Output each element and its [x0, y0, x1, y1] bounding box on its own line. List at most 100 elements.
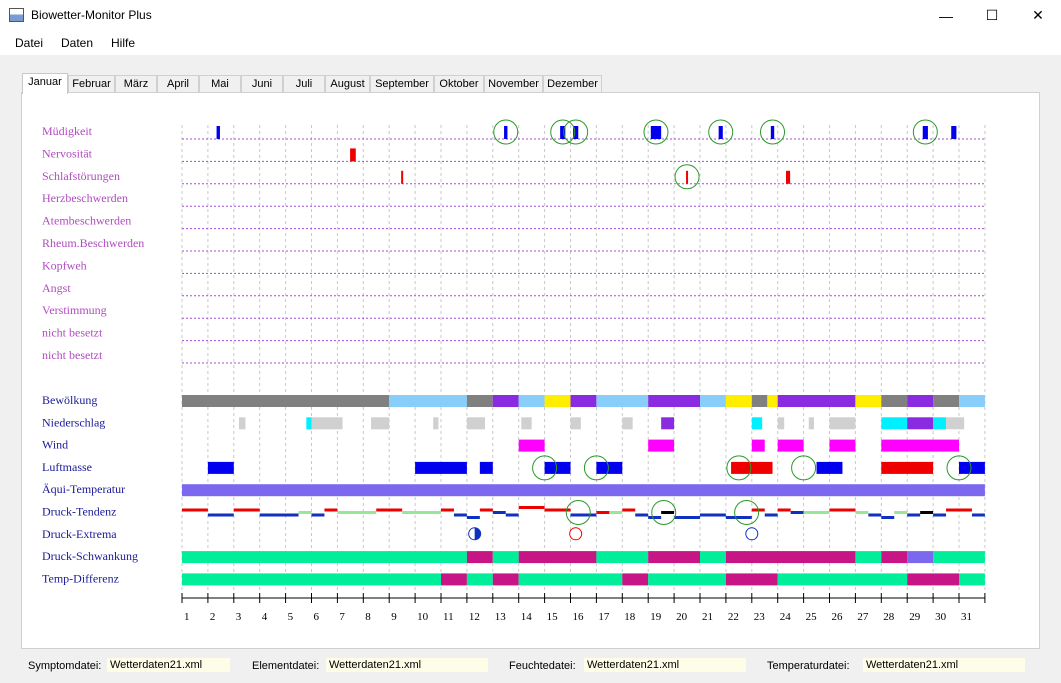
element-bar: [881, 439, 959, 452]
x-tick-label: 3: [236, 611, 242, 623]
element-bar: [751, 395, 768, 407]
x-tick-label: 11: [443, 611, 454, 623]
tab-januar[interactable]: Januar: [22, 73, 68, 94]
x-tick-label: 9: [391, 611, 397, 623]
element-bar: [182, 573, 441, 586]
minimize-button[interactable]: —: [923, 0, 969, 31]
element-bar: [596, 395, 649, 407]
element-bar: [371, 417, 390, 430]
x-tick-label: 6: [314, 611, 320, 623]
element-bar: [648, 395, 700, 407]
maximize-button[interactable]: ☐: [969, 0, 1015, 31]
element-bar: [829, 439, 856, 452]
app-icon: [9, 8, 24, 22]
status-label-symptom: Symptomdatei:: [28, 660, 102, 672]
element-bar: [182, 395, 390, 407]
x-tick-label: 20: [676, 611, 688, 623]
symptom-label: Atembeschwerden: [42, 214, 131, 228]
element-bar: [518, 439, 545, 452]
status-value-feuchte: Wetterdaten21.xml: [584, 658, 746, 672]
symptom-label: Müdigkeit: [42, 124, 93, 138]
status-value-symptom: Wetterdaten21.xml: [107, 658, 230, 672]
element-bar: [661, 417, 675, 430]
element-bar: [946, 417, 965, 430]
x-tick-label: 12: [469, 611, 480, 623]
element-bar: [570, 417, 581, 430]
element-bar: [725, 395, 752, 407]
window-title: Biowetter-Monitor Plus: [31, 8, 152, 22]
element-bar: [816, 461, 843, 474]
menu-daten[interactable]: Daten: [61, 36, 93, 50]
element-bar: [700, 551, 726, 564]
app-window: Biowetter-Monitor Plus — ☐ ✕ Datei Daten…: [0, 0, 1061, 683]
highlight-circle: [734, 500, 760, 525]
element-label: Niederschlag: [42, 415, 105, 429]
x-tick-label: 4: [262, 611, 268, 623]
element-bar: [751, 417, 763, 430]
element-bar: [389, 395, 467, 407]
symptom-label: Schlafstörungen: [42, 169, 120, 183]
menu-datei[interactable]: Datei: [15, 36, 43, 50]
symptom-label: Angst: [42, 281, 71, 295]
x-tick-label: 26: [832, 611, 844, 623]
element-bar: [725, 573, 778, 586]
element-bar: [479, 461, 493, 474]
menu-hilfe[interactable]: Hilfe: [111, 36, 135, 50]
element-bar: [466, 551, 493, 564]
symptom-mark: [718, 126, 723, 139]
x-tick-label: 21: [702, 611, 713, 623]
x-tick-label: 1: [184, 611, 190, 623]
element-bar: [518, 573, 623, 586]
x-tick-label: 16: [573, 611, 585, 623]
element-bar: [731, 461, 773, 474]
element-bar: [907, 573, 959, 586]
element-bar: [933, 551, 985, 564]
symptom-mark: [785, 170, 791, 184]
symptom-label: Rheum.Beschwerden: [42, 236, 144, 250]
x-tick-label: 31: [961, 611, 972, 623]
element-bar: [544, 461, 571, 474]
x-tick-label: 13: [495, 611, 507, 623]
month-panel: Müdigkeit Nervosität Schlafstörungen Herzbe…: [21, 92, 1040, 649]
element-bar: [415, 461, 467, 474]
symptom-label: Kopfweh: [42, 258, 87, 272]
extrema-marker: [569, 527, 583, 541]
extrema-marker-fill: [474, 527, 481, 540]
status-label-temperatur: Temperaturdatei:: [767, 660, 850, 672]
element-bar: [492, 395, 519, 407]
element-label: Druck-Schwankung: [42, 549, 138, 563]
element-bar: [492, 573, 519, 586]
element-label: Druck-Tendenz: [42, 505, 116, 519]
x-tick-label: 7: [339, 611, 345, 623]
element-bar: [829, 417, 856, 430]
element-bar: [238, 417, 246, 430]
element-label: Temp-Differenz: [42, 571, 119, 585]
status-value-temperatur: Wetterdaten21.xml: [863, 658, 1025, 672]
x-tick-label: 2: [210, 611, 216, 623]
x-tick-label: 19: [650, 611, 662, 623]
element-bar: [767, 395, 778, 407]
symptom-mark: [922, 126, 928, 139]
symptom-mark: [650, 126, 662, 139]
element-bar: [518, 551, 597, 564]
close-button[interactable]: ✕: [1015, 0, 1061, 31]
symptom-label: Nervosität: [42, 146, 93, 160]
element-bar: [907, 395, 934, 407]
element-bar: [311, 417, 343, 430]
symptom-label: Verstimmung: [42, 303, 107, 317]
x-tick-label: 22: [728, 611, 739, 623]
element-bar: [855, 395, 882, 407]
element-bar: [725, 551, 856, 564]
element-bar: [648, 551, 700, 564]
element-bar: [570, 395, 597, 407]
element-bar: [207, 461, 234, 474]
status-label-element: Elementdatei:: [252, 660, 320, 672]
element-bar: [881, 461, 934, 474]
extrema-marker: [745, 527, 759, 541]
biowetter-chart: Müdigkeit Nervosität Schlafstörungen Herzbe…: [42, 119, 986, 623]
element-label: Bewölkung: [42, 393, 97, 407]
symptom-mark: [401, 170, 404, 184]
x-tick-label: 30: [935, 611, 947, 623]
element-bar: [777, 395, 856, 407]
element-bar: [907, 551, 934, 564]
